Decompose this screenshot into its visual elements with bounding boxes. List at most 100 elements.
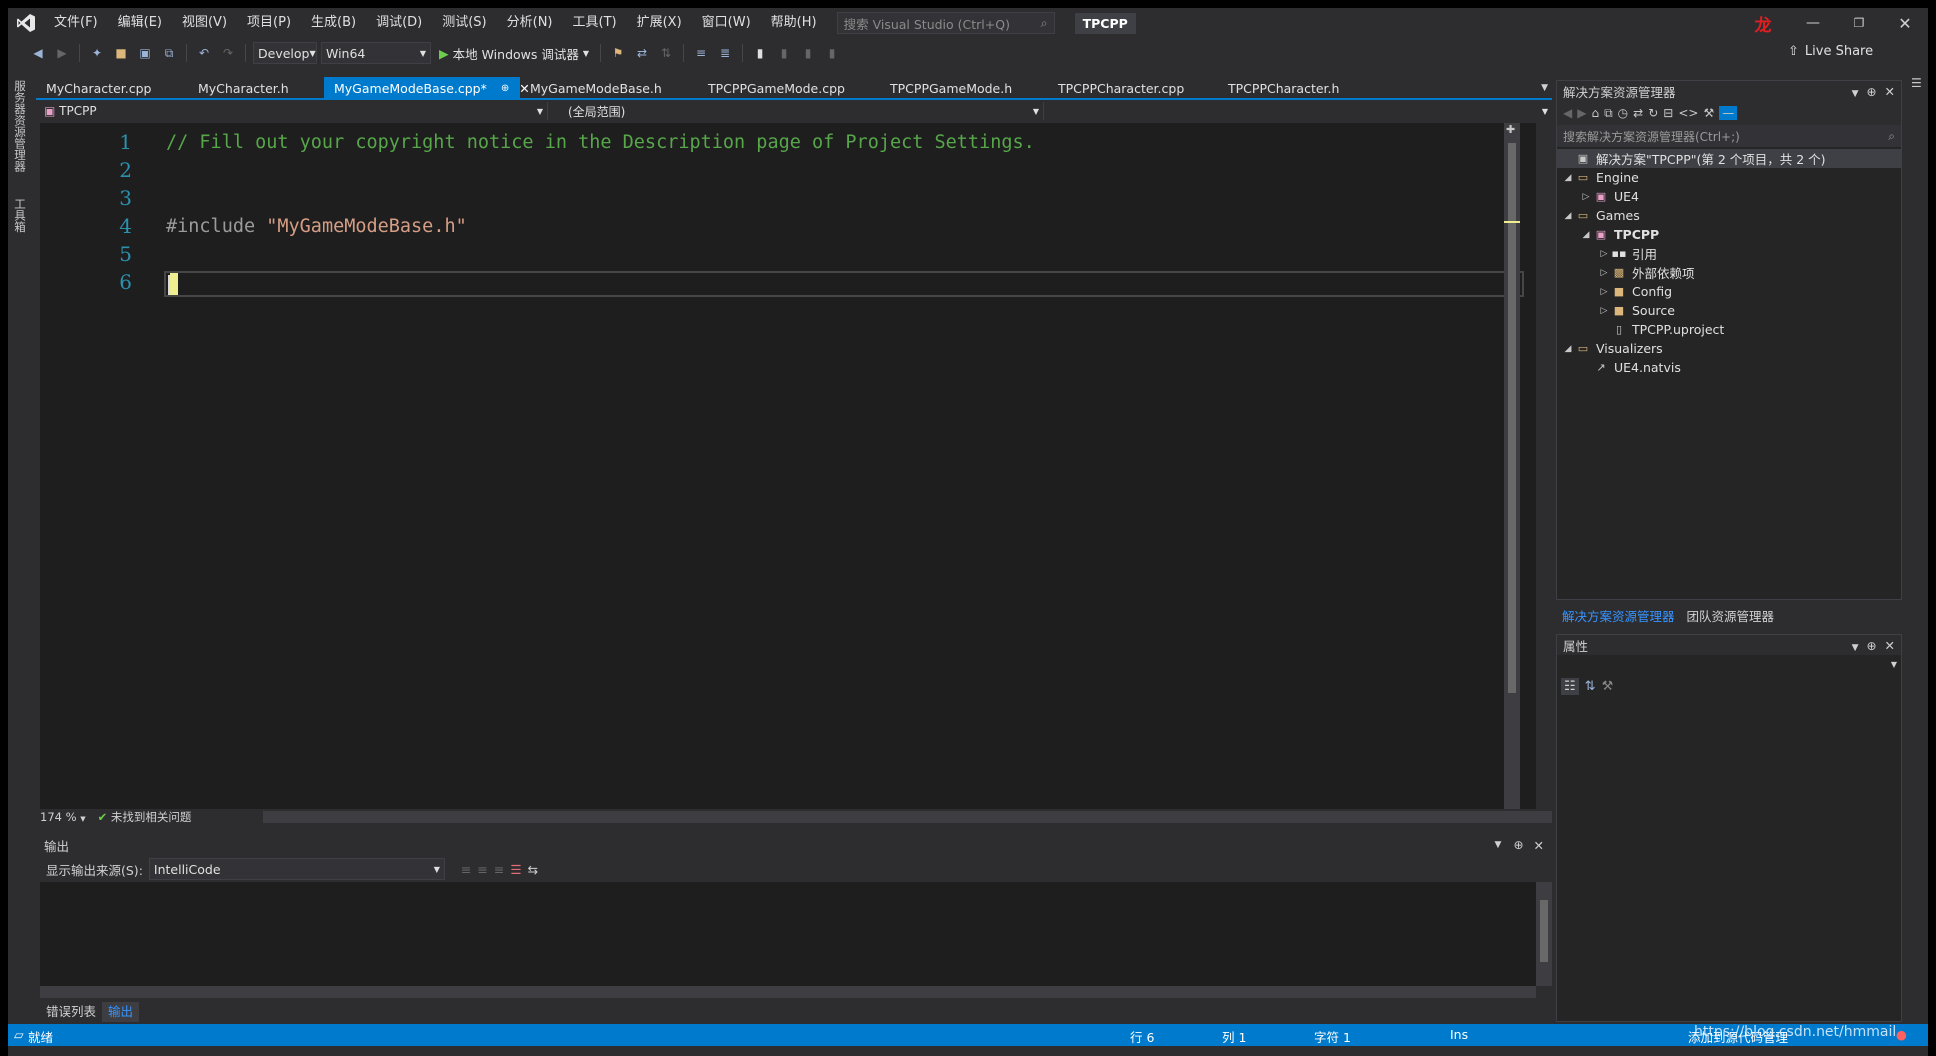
- properties-wrench-icon[interactable]: ⚒: [1703, 106, 1714, 120]
- toggle-wrap-icon[interactable]: ⇆: [528, 862, 538, 877]
- prev-bookmark-icon[interactable]: ▮: [774, 43, 794, 63]
- bookmark-icon[interactable]: ▮: [750, 43, 770, 63]
- menu-edit[interactable]: 编辑(E): [108, 8, 172, 38]
- collapsed-arrow-icon[interactable]: ▷: [1597, 268, 1611, 278]
- collapsed-arrow-icon[interactable]: ▷: [1597, 287, 1611, 297]
- tab-tpcppgamemode-cpp[interactable]: TPCPPGameMode.cpp: [698, 77, 880, 99]
- tab-mygamemodebase-h[interactable]: MyGameModeBase.h: [520, 77, 698, 99]
- pin-icon[interactable]: ⊕: [501, 83, 509, 94]
- clear-all-icon[interactable]: ≡: [494, 862, 504, 877]
- menu-tools[interactable]: 工具(T): [563, 8, 627, 38]
- project-scope-select[interactable]: ▣ TPCPP ▼: [40, 102, 548, 120]
- editor-horizontal-scrollbar[interactable]: [263, 811, 1552, 823]
- minimize-icon[interactable]: —: [1790, 8, 1836, 38]
- collapsed-arrow-icon[interactable]: ▷: [1579, 192, 1593, 202]
- output-horizontal-scrollbar[interactable]: [40, 986, 1536, 998]
- back-icon[interactable]: ◀: [28, 43, 48, 63]
- output-text-area[interactable]: [40, 882, 1536, 986]
- zoom-level-select[interactable]: 174 % ▼: [40, 810, 86, 824]
- step-out-icon[interactable]: ⇅: [656, 43, 676, 63]
- step-icon[interactable]: ⇄: [632, 43, 652, 63]
- live-share-button[interactable]: ⇧ Live Share: [1788, 44, 1873, 59]
- pin-icon[interactable]: ⊕: [1867, 85, 1877, 99]
- notifications-icon[interactable]: ☰: [1911, 76, 1922, 90]
- platform-select[interactable]: Win64 ▼: [321, 42, 431, 64]
- word-wrap-icon[interactable]: ☰: [510, 862, 521, 877]
- tab-team-explorer[interactable]: 团队资源管理器: [1681, 606, 1781, 628]
- tab-tpcppcharacter-cpp[interactable]: TPCPPCharacter.cpp: [1048, 77, 1218, 99]
- sync-icon[interactable]: ⇄: [1633, 106, 1643, 120]
- tab-output[interactable]: 输出: [102, 1002, 140, 1022]
- menu-debug[interactable]: 调试(D): [366, 8, 432, 38]
- expanded-arrow-icon[interactable]: ◢: [1561, 344, 1575, 354]
- menu-view[interactable]: 视图(V): [172, 8, 237, 38]
- tab-tpcppcharacter-h[interactable]: TPCPPCharacter.h: [1218, 77, 1378, 99]
- tab-error-list[interactable]: 错误列表: [40, 1002, 102, 1022]
- tree-item-engine[interactable]: ◢ ▭ Engine: [1557, 168, 1901, 187]
- tree-item-ue4[interactable]: ▷ ▣ UE4: [1557, 187, 1901, 206]
- account-avatar[interactable]: 龙: [1752, 12, 1774, 36]
- editor-vertical-scrollbar[interactable]: ✚: [1504, 123, 1520, 809]
- expanded-arrow-icon[interactable]: ◢: [1561, 211, 1575, 221]
- panel-menu-icon[interactable]: ▼: [1852, 89, 1859, 99]
- refresh-icon[interactable]: ↻: [1648, 106, 1658, 120]
- expanded-arrow-icon[interactable]: ◢: [1579, 230, 1593, 240]
- issues-indicator[interactable]: ✔ 未找到相关问题: [98, 809, 192, 825]
- notification-bell-icon[interactable]: ●: [1896, 1027, 1907, 1042]
- close-panel-icon[interactable]: ✕: [1885, 638, 1895, 653]
- close-panel-icon[interactable]: ✕: [1885, 84, 1895, 99]
- alphabetical-icon[interactable]: ⇅: [1585, 679, 1596, 694]
- expanded-arrow-icon[interactable]: ◢: [1561, 173, 1575, 183]
- solution-search-input[interactable]: 搜索解决方案资源管理器(Ctrl+;) ⌕: [1557, 125, 1901, 147]
- menu-test[interactable]: 测试(S): [432, 8, 496, 38]
- properties-object-select[interactable]: ▼: [1557, 655, 1901, 673]
- save-all-icon[interactable]: ⧉: [159, 43, 179, 63]
- panel-menu-icon[interactable]: ▼: [1495, 840, 1502, 850]
- solution-config-select[interactable]: Develop ▼: [253, 42, 317, 64]
- back-icon[interactable]: ◀: [1563, 106, 1572, 120]
- output-vertical-scrollbar[interactable]: [1536, 882, 1552, 986]
- tab-tpcppgamemode-h[interactable]: TPCPPGameMode.h: [880, 77, 1048, 99]
- member-select[interactable]: ▼: [1044, 102, 1552, 120]
- uncomment-icon[interactable]: ≣: [715, 43, 735, 63]
- close-panel-icon[interactable]: ✕: [1534, 838, 1544, 853]
- search-input[interactable]: 搜索 Visual Studio (Ctrl+Q) ⌕: [836, 12, 1055, 34]
- server-explorer-tab[interactable]: 服务器资源管理器: [12, 80, 28, 172]
- pin-icon[interactable]: ⊕: [1513, 838, 1523, 852]
- close-icon[interactable]: ✕: [1882, 8, 1928, 38]
- global-scope-select[interactable]: (全局范围) ▼: [548, 102, 1044, 120]
- menu-build[interactable]: 生成(B): [301, 8, 366, 38]
- tab-mygamemodebase-cpp[interactable]: MyGameModeBase.cpp* ⊕ ✕: [324, 77, 530, 99]
- tree-item-games[interactable]: ◢ ▭ Games: [1557, 206, 1901, 225]
- next-bookmark-icon[interactable]: ▮: [798, 43, 818, 63]
- open-folder-icon[interactable]: ■: [111, 43, 131, 63]
- tree-item-config[interactable]: ▷ ■ Config: [1557, 282, 1901, 301]
- tab-overflow-icon[interactable]: ▼: [1541, 83, 1552, 93]
- tree-item-tpcpp[interactable]: ◢ ▣ TPCPP: [1557, 225, 1901, 244]
- menu-help[interactable]: 帮助(H): [761, 8, 827, 38]
- code-view-icon[interactable]: <>: [1678, 106, 1698, 120]
- menu-file[interactable]: 文件(F): [44, 8, 108, 38]
- menu-window[interactable]: 窗口(W): [692, 8, 761, 38]
- undo-icon[interactable]: ↶: [194, 43, 214, 63]
- forward-icon[interactable]: ▶: [52, 43, 72, 63]
- preview-icon[interactable]: —: [1719, 106, 1738, 120]
- output-source-select[interactable]: IntelliCode ▼: [148, 858, 445, 880]
- tree-item-solution[interactable]: ▣ 解决方案"TPCPP"(第 2 个项目，共 2 个): [1557, 149, 1901, 168]
- next-message-icon[interactable]: ≡: [477, 862, 487, 877]
- panel-menu-icon[interactable]: ▼: [1852, 643, 1859, 653]
- tab-mycharacter-cpp[interactable]: MyCharacter.cpp: [36, 77, 188, 99]
- tab-solution-explorer[interactable]: 解决方案资源管理器: [1556, 606, 1681, 628]
- home-icon[interactable]: ⌂: [1591, 106, 1599, 120]
- save-icon[interactable]: ▣: [135, 43, 155, 63]
- find-in-files-icon[interactable]: ⚑: [608, 43, 628, 63]
- code-editor[interactable]: 1 2 3 4 5 6 // Fill out your copyright n…: [40, 123, 1536, 809]
- tree-item-references[interactable]: ▷ ▪▪ 引用: [1557, 244, 1901, 263]
- scrollbar-thumb[interactable]: [1540, 900, 1548, 962]
- menu-project[interactable]: 项目(P): [237, 8, 301, 38]
- redo-icon[interactable]: ↷: [218, 43, 238, 63]
- collapsed-arrow-icon[interactable]: ▷: [1597, 306, 1611, 316]
- scrollbar-thumb[interactable]: [1508, 143, 1516, 693]
- start-debugging-button[interactable]: ▶ 本地 Windows 调试器 ▼: [435, 44, 593, 63]
- tab-mycharacter-h[interactable]: MyCharacter.h: [188, 77, 324, 99]
